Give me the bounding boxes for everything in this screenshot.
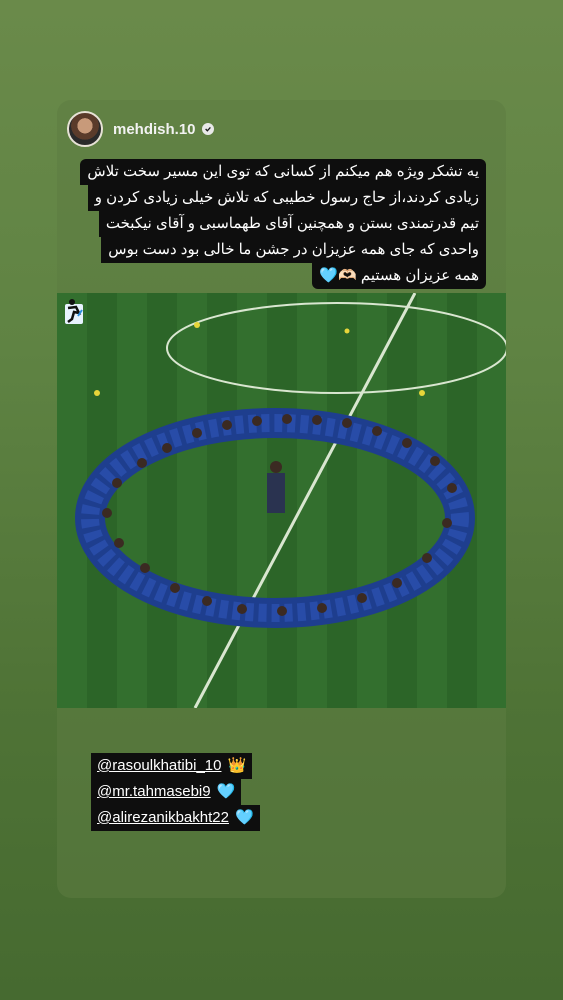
crown-icon: 👑 bbox=[227, 757, 247, 774]
username[interactable]: mehdish.10 bbox=[113, 121, 196, 138]
mention-rasoulkhatibi[interactable]: @rasoulkhatibi_10 👑 bbox=[91, 753, 253, 779]
avatar[interactable] bbox=[67, 111, 103, 147]
caption-line: واحدی که جای همه عزیزان در جشن ما خالی ب… bbox=[101, 237, 486, 263]
story-card: mehdish.10 یه تشکر ویژه هم میکنم از کسان… bbox=[57, 100, 506, 898]
story-header[interactable]: mehdish.10 bbox=[67, 111, 214, 147]
team-huddle-photo bbox=[57, 293, 506, 708]
caption-text-block: یه تشکر ویژه هم میکنم از کسانی که توی ای… bbox=[76, 159, 486, 289]
mentions-block: @rasoulkhatibi_10 👑 @mr.tahmasebi9 🩵 @alir… bbox=[91, 753, 260, 831]
caption-line: تیم قدرتمندی بستن و همچنین آقای طهماسبی … bbox=[98, 211, 486, 237]
mention-tahmasebi[interactable]: @mr.tahmasebi9 🩵 bbox=[91, 779, 242, 805]
runner-sticker-icon bbox=[63, 298, 85, 326]
caption-line: همه عزیزان هستیم 🫶🏻🩵 bbox=[312, 263, 486, 289]
blue-heart-icon: 🩵 bbox=[234, 809, 254, 826]
verified-badge-icon bbox=[201, 123, 214, 135]
mention-alirezanikbakht[interactable]: @alirezanikbakht22 🩵 bbox=[91, 805, 260, 831]
caption-line: زیادی کردند،از حاج رسول خطیبی که تلاش خی… bbox=[87, 185, 486, 211]
blue-heart-icon: 🩵 bbox=[216, 783, 236, 800]
caption-line: یه تشکر ویژه هم میکنم از کسانی که توی ای… bbox=[80, 159, 486, 185]
